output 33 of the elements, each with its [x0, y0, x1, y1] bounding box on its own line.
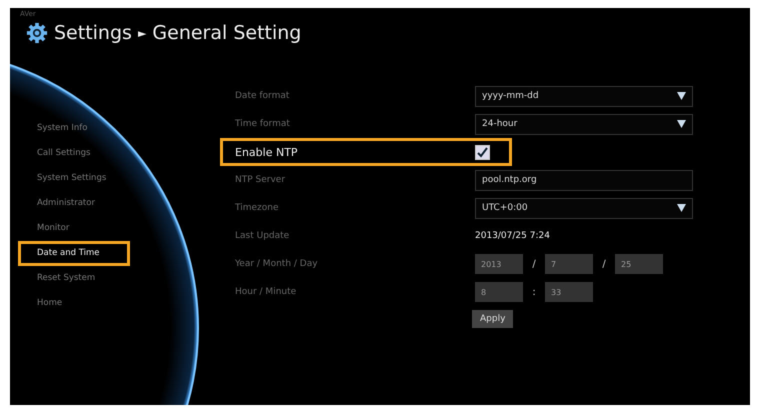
- page-title: General Setting: [152, 22, 302, 44]
- sidebar-item[interactable]: Monitor: [18, 216, 130, 241]
- dropdown-arrow-icon: [677, 120, 686, 128]
- field-label: Year / Month / Day: [235, 259, 319, 269]
- sidebar-item[interactable]: Date and Time: [18, 241, 130, 266]
- sidebar-item[interactable]: System Info: [18, 116, 130, 141]
- dropdown[interactable]: 24-hour: [475, 114, 693, 134]
- settings-icon: [26, 22, 48, 44]
- separator-text: /: [601, 258, 607, 270]
- input-field[interactable]: pool.ntp.org: [475, 170, 693, 190]
- field-label: Enable NTP: [235, 146, 299, 158]
- field-label: Time format: [235, 119, 291, 129]
- sidebar-item[interactable]: Reset System: [18, 266, 130, 291]
- dropdown-arrow-icon: [677, 204, 686, 212]
- field-label: NTP Server: [235, 175, 286, 185]
- sidebar-item[interactable]: Home: [18, 291, 130, 316]
- value-text: 2013/07/25 7:24: [475, 231, 550, 241]
- apply-button[interactable]: Apply: [472, 310, 514, 328]
- dropdown[interactable]: UTC+0:00: [475, 198, 693, 218]
- sidebar-item[interactable]: System Settings: [18, 166, 130, 191]
- settings-title: Settings: [54, 22, 132, 44]
- field-label: Last Update: [235, 231, 290, 241]
- separator-text: :: [531, 286, 537, 298]
- dropdown-arrow-icon: [677, 92, 686, 100]
- sidebar-item[interactable]: Call Settings: [18, 141, 130, 166]
- separator-text: /: [531, 258, 537, 270]
- field-label: Timezone: [235, 203, 280, 213]
- field-label: Date format: [235, 91, 290, 101]
- field-label: Hour / Minute: [235, 287, 298, 297]
- checkbox[interactable]: [475, 144, 490, 160]
- dropdown[interactable]: yyyy-mm-dd: [475, 86, 693, 106]
- breadcrumb-separator: ►: [138, 26, 146, 40]
- sidebar-item[interactable]: Administrator: [18, 191, 130, 216]
